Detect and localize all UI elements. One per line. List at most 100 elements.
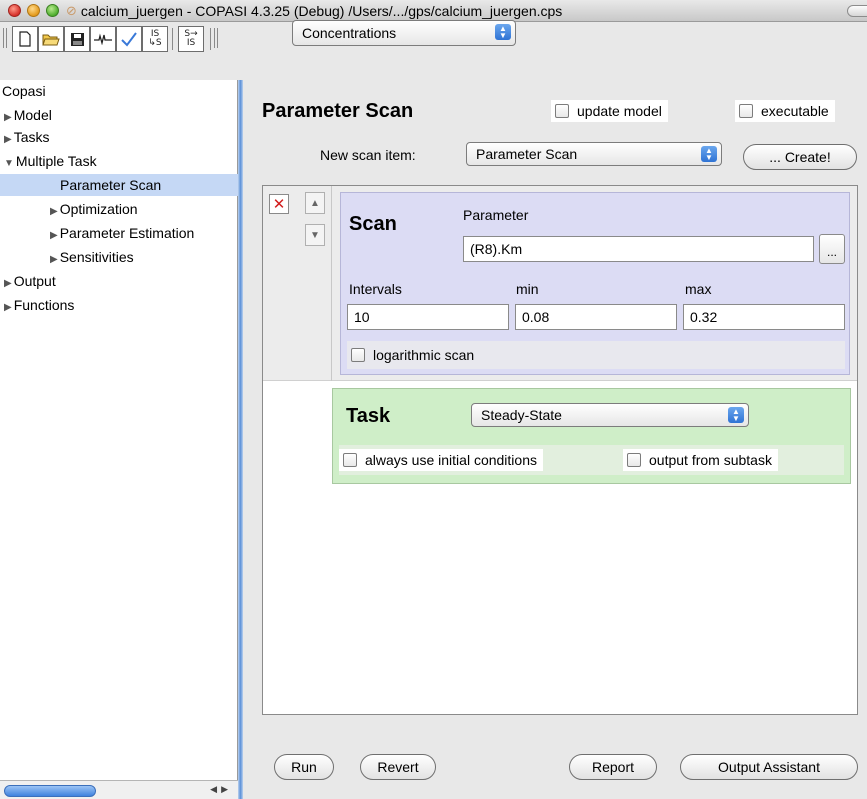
tree-item-model[interactable]: ▶ Model: [4, 104, 52, 126]
min-field[interactable]: 0.08: [515, 304, 677, 330]
initial-conditions-label: always use initial conditions: [365, 452, 537, 468]
document-proxy-icon: ⊘: [66, 2, 77, 18]
delete-scan-item-button[interactable]: ✕: [269, 194, 289, 214]
disclosure-down-icon: ▼: [4, 158, 14, 169]
tree-item-label: Output: [13, 273, 56, 289]
toolbar-grip: [3, 28, 7, 48]
revert-button[interactable]: Revert: [360, 754, 436, 780]
move-down-button[interactable]: ▼: [305, 224, 325, 246]
disclosure-right-icon: ▶: [50, 230, 58, 241]
page-title: Parameter Scan: [262, 100, 414, 122]
new-scan-item-value: Parameter Scan: [476, 146, 578, 162]
task-type-value: Steady-State: [481, 407, 562, 423]
toolbar-grip: [214, 28, 218, 48]
checkbox-box[interactable]: [739, 104, 753, 118]
tree-item-sensitivities[interactable]: ▶ Sensitivities: [50, 246, 134, 268]
parameter-browse-button[interactable]: ...: [819, 234, 845, 264]
window-title-bar: ⊘ calcium_juergen - COPASI 4.3.25 (Debug…: [0, 0, 867, 22]
task-options-row: always use initial conditions output fro…: [339, 445, 844, 475]
window-title: calcium_juergen - COPASI 4.3.25 (Debug) …: [80, 2, 563, 19]
checkbox-box[interactable]: [351, 348, 365, 362]
task-type-combo[interactable]: Steady-State ▲ ▼: [471, 403, 749, 427]
tree-item-label: Sensitivities: [59, 249, 134, 265]
main-pane: Parameter Scan update model executable N…: [243, 80, 867, 799]
s-to-is-bottom: IS: [186, 38, 196, 48]
scrollbar-thumb[interactable]: [4, 785, 96, 797]
is-to-s-button[interactable]: IS ↳S: [142, 26, 168, 52]
tree-item-multiple-task[interactable]: ▼ Multiple Task: [4, 150, 97, 172]
s-to-is-button[interactable]: S→ IS: [178, 26, 204, 52]
tree-root-label: Copasi: [2, 83, 46, 99]
sidebar-horizontal-scrollbar[interactable]: ◀▶: [0, 780, 238, 799]
signal-icon: [94, 33, 112, 45]
report-button[interactable]: Report: [569, 754, 657, 780]
save-icon: [70, 32, 84, 46]
output-from-subtask-checkbox[interactable]: output from subtask: [623, 449, 778, 471]
move-up-button[interactable]: ▲: [305, 192, 325, 214]
toolbar: IS ↳S S→ IS Concentrations ▲ ▼: [0, 20, 867, 80]
initial-conditions-checkbox[interactable]: always use initial conditions: [339, 449, 543, 471]
window-controls: [8, 4, 59, 17]
output-from-subtask-label: output from subtask: [649, 452, 772, 468]
chevron-updown-icon: ▲ ▼: [495, 24, 511, 40]
tree-item-label: Optimization: [59, 201, 138, 217]
new-document-button[interactable]: [12, 26, 38, 52]
toolbar-toggle-button[interactable]: [847, 5, 867, 17]
scan-item-box: Scan Parameter (R8).Km ... Intervals min…: [340, 192, 850, 375]
signal-button[interactable]: [90, 26, 116, 52]
logarithmic-scan-label: logarithmic scan: [373, 347, 475, 363]
open-button[interactable]: [38, 26, 64, 52]
close-window-button[interactable]: [8, 4, 21, 17]
checkbox-box[interactable]: [555, 104, 569, 118]
update-model-label: update model: [577, 103, 662, 119]
logarithmic-scan-row: logarithmic scan: [347, 341, 845, 369]
tree-root[interactable]: Copasi: [2, 80, 46, 102]
chevron-updown-icon: ▲ ▼: [701, 146, 717, 162]
zoom-window-button[interactable]: [46, 4, 59, 17]
tree-item-functions[interactable]: ▶ Functions: [4, 294, 74, 316]
toolbar-separator: [210, 28, 211, 50]
checkbox-box[interactable]: [627, 453, 641, 467]
tree-item-label: Parameter Estimation: [59, 225, 195, 241]
quantity-unit-value: Concentrations: [302, 25, 397, 41]
new-scan-item-combo[interactable]: Parameter Scan ▲ ▼: [466, 142, 722, 166]
run-button[interactable]: Run: [274, 754, 334, 780]
tree-item-parameter-scan[interactable]: Parameter Scan: [0, 174, 238, 196]
create-button[interactable]: ... Create!: [743, 144, 857, 170]
parameter-label: Parameter: [463, 207, 529, 223]
quantity-unit-combo[interactable]: Concentrations ▲ ▼: [292, 20, 516, 46]
save-button[interactable]: [64, 26, 90, 52]
output-assistant-button[interactable]: Output Assistant: [680, 754, 858, 780]
divider: [331, 186, 332, 381]
min-label: min: [516, 281, 539, 297]
minimize-window-button[interactable]: [27, 4, 40, 17]
max-field[interactable]: 0.32: [683, 304, 845, 330]
tree-item-optimization[interactable]: ▶ Optimization: [50, 198, 138, 220]
navigation-tree: Copasi ▶ Model ▶ Tasks ▼ Multiple Task Para…: [0, 80, 238, 780]
scroll-arrows-icon[interactable]: ◀▶: [210, 784, 232, 795]
new-document-icon: [19, 31, 31, 47]
intervals-label: Intervals: [349, 281, 402, 297]
new-scan-item-label: New scan item:: [320, 147, 416, 163]
logarithmic-scan-checkbox[interactable]: logarithmic scan: [347, 344, 480, 366]
intervals-field[interactable]: 10: [347, 304, 509, 330]
executable-checkbox[interactable]: executable: [735, 100, 835, 122]
chevron-updown-icon: ▲ ▼: [728, 407, 744, 423]
max-label: max: [685, 281, 712, 297]
arrow-up-icon: ▲: [310, 197, 320, 209]
tree-item-tasks[interactable]: ▶ Tasks: [4, 126, 50, 148]
tree-item-label: Model: [13, 107, 52, 123]
tree-item-label: Parameter Scan: [60, 177, 162, 193]
tree-item-output[interactable]: ▶ Output: [4, 270, 56, 292]
tree-item-label: Functions: [13, 297, 75, 313]
scan-title: Scan: [349, 213, 397, 235]
check-model-button[interactable]: [116, 26, 142, 52]
disclosure-right-icon: ▶: [4, 278, 12, 289]
disclosure-right-icon: ▶: [50, 254, 58, 265]
tree-item-parameter-estimation[interactable]: ▶ Parameter Estimation: [50, 222, 194, 244]
parameter-field[interactable]: (R8).Km: [463, 236, 814, 262]
arrow-down-icon: ▼: [310, 229, 320, 241]
disclosure-right-icon: ▶: [50, 206, 58, 217]
update-model-checkbox[interactable]: update model: [551, 100, 668, 122]
checkbox-box[interactable]: [343, 453, 357, 467]
